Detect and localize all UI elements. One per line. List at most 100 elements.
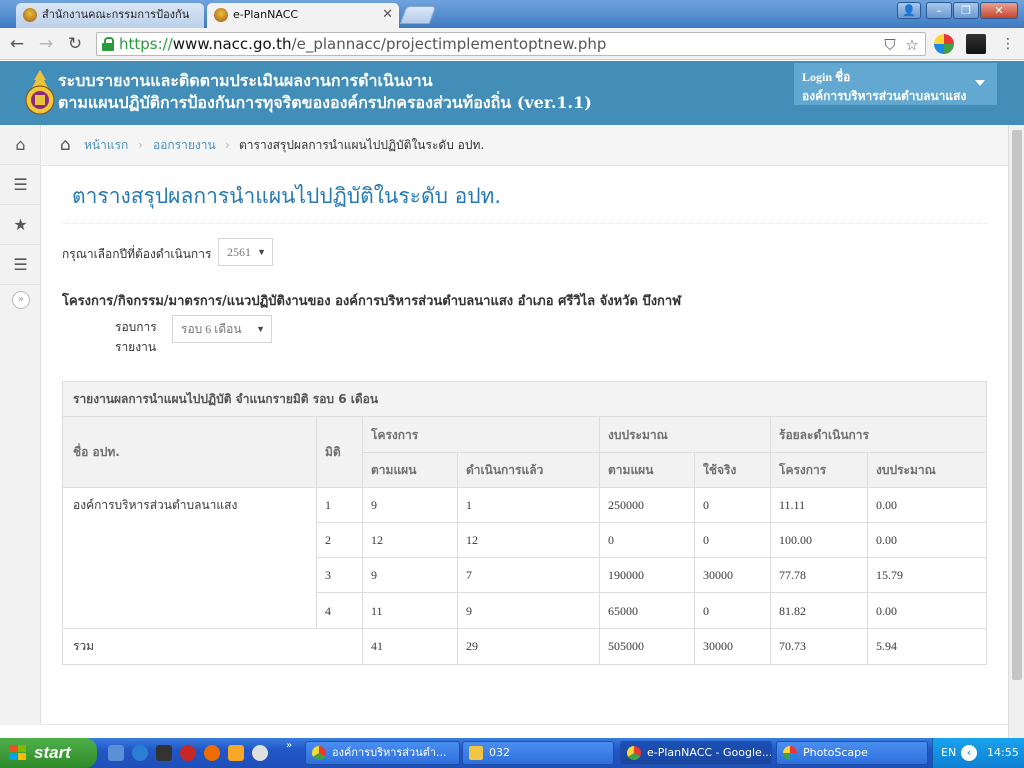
caret-down-icon — [975, 80, 985, 86]
user-menu[interactable]: Login ชื่อ องค์การบริหารส่วนตำบลนาแสง — [794, 63, 997, 105]
lock-icon — [102, 37, 114, 51]
restore-button[interactable]: ❐ — [953, 2, 979, 19]
browser-tab-nacc[interactable]: สำนักงานคณะกรรมการป้องกัน — [16, 3, 204, 28]
total-done: 29 — [458, 629, 600, 664]
dropdown-arrow-icon: ▼ — [256, 324, 265, 334]
expand-quicklaunch-icon[interactable]: » — [286, 740, 292, 751]
extension-icon[interactable] — [934, 34, 954, 54]
round-select[interactable]: รอบ 6 เดือน ▼ — [172, 315, 272, 343]
site-header: ระบบรายงานและติดตามประเมินผลงานการดำเนิน… — [0, 61, 1024, 125]
forward-arrow-icon[interactable]: → — [35, 33, 57, 55]
language-indicator[interactable]: EN — [941, 738, 956, 768]
taskbar-item-label: 032 — [489, 746, 510, 759]
system-tray: EN ‹ 14:55 — [932, 738, 1024, 768]
taskbar-item-label: e-PlanNACC - Google... — [647, 746, 772, 759]
table-cell-pct-projects: 77.78 — [771, 558, 868, 593]
report-list-icon[interactable]: ☰ — [0, 245, 41, 285]
breadcrumb: ⌂ หน้าแรก › ออกรายงาน › ตารางสรุปผลการนำ… — [42, 125, 1008, 166]
nacc-favicon-icon — [23, 8, 37, 22]
tray-arrow-icon[interactable]: ‹ — [961, 745, 977, 761]
new-tab-button[interactable] — [399, 6, 437, 24]
close-tab-icon[interactable]: ✕ — [382, 3, 393, 27]
back-arrow-icon[interactable]: ← — [6, 33, 28, 55]
taskbar-item-label: PhotoScape — [803, 746, 868, 759]
breadcrumb-home[interactable]: หน้าแรก — [84, 125, 128, 166]
footer-divider — [42, 724, 1008, 725]
table-cell-dim: 3 — [317, 558, 363, 593]
table-cell-pct-budget: 0.00 — [868, 523, 986, 558]
org-name-cell: องค์การบริหารส่วนตำบลนาแสง — [63, 488, 317, 629]
table-cell-dim: 4 — [317, 593, 363, 629]
page-scrollbar[interactable] — [1008, 125, 1024, 740]
table-cell-budget-used: 0 — [695, 593, 771, 629]
nacc-favicon-icon — [214, 8, 228, 22]
profile-icon[interactable]: 👤 — [897, 2, 921, 19]
total-pct-budget: 5.94 — [868, 629, 986, 664]
app-icon[interactable] — [228, 745, 244, 761]
internet-explorer-icon[interactable] — [132, 745, 148, 761]
login-org-name: องค์การบริหารส่วนตำบลนาแสง — [802, 89, 967, 103]
list-icon[interactable]: ☰ — [0, 165, 41, 205]
header-dimension: มิติ — [317, 417, 363, 488]
taskbar-item-chrome-eplannacc[interactable]: e-PlanNACC - Google... — [620, 741, 772, 765]
year-select-label: กรุณาเลือกปีที่ต้องดำเนินการ — [62, 247, 212, 261]
firefox-icon[interactable] — [204, 745, 220, 761]
nacc-logo-icon — [25, 70, 55, 115]
sidebar: ⌂ ☰ ★ ☰ » — [0, 125, 41, 725]
scrollbar-thumb[interactable] — [1012, 130, 1022, 680]
table-cell-budget-planned: 250000 — [600, 488, 695, 523]
taskbar-item-folder[interactable]: 032 — [462, 741, 614, 765]
taskbar-item-chrome-org[interactable]: องค์การบริหารส่วนตำ... — [305, 741, 460, 765]
bookmark-star-icon[interactable]: ☆ — [903, 36, 921, 54]
start-label: start — [34, 743, 71, 762]
windows-logo-icon — [9, 745, 26, 760]
table-cell-budget-planned: 65000 — [600, 593, 695, 629]
folder-icon — [469, 746, 483, 760]
table-cell-pct-budget: 0.00 — [868, 593, 986, 629]
address-bar[interactable]: https://www.nacc.go.th/e_plannacc/projec… — [96, 32, 926, 56]
home-icon[interactable]: ⌂ — [60, 125, 71, 166]
star-icon[interactable]: ★ — [0, 205, 41, 245]
start-button[interactable]: start — [0, 738, 97, 768]
photoscape-icon — [783, 746, 797, 760]
clock: 14:55 — [987, 746, 1019, 759]
table-cell-budget-used: 0 — [695, 523, 771, 558]
breadcrumb-reports[interactable]: ออกรายงาน — [153, 125, 216, 166]
table-cell-budget-planned: 190000 — [600, 558, 695, 593]
clapperboard-icon[interactable] — [966, 34, 986, 54]
taskbar-item-label: องค์การบริหารส่วนตำ... — [332, 746, 447, 759]
close-window-button[interactable]: ✕ — [980, 2, 1018, 19]
header-projects: โครงการ — [363, 417, 600, 453]
table-cell-dim: 2 — [317, 523, 363, 558]
menu-icon[interactable]: ⋮ — [997, 33, 1019, 55]
round-select-value: รอบ 6 เดือน — [181, 322, 242, 336]
home-icon[interactable]: ⌂ — [0, 125, 41, 165]
table-cell-budget-planned: 0 — [600, 523, 695, 558]
reload-icon[interactable]: ↻ — [64, 33, 86, 55]
media-icon[interactable] — [156, 745, 172, 761]
url-text[interactable]: https://www.nacc.go.th/e_plannacc/projec… — [119, 35, 606, 53]
chrome-quicklaunch-icon[interactable] — [180, 745, 196, 761]
browser-tab-title: สำนักงานคณะกรรมการป้องกัน — [42, 8, 190, 21]
browser-tab-eplannacc[interactable]: e-PlanNACC ✕ — [207, 3, 399, 28]
expand-sidebar-icon[interactable]: » — [12, 291, 30, 309]
minimize-button[interactable]: – — [926, 2, 952, 19]
table-cell-planned: 12 — [363, 523, 458, 558]
total-label: รวม — [63, 629, 363, 664]
header-planned: ตามแผน — [363, 453, 458, 488]
taskbar-item-photoscape[interactable]: PhotoScape — [776, 741, 928, 765]
header-org-name: ชื่อ อปท. — [63, 417, 317, 488]
player-icon[interactable] — [252, 745, 268, 761]
table-cell-pct-projects: 81.82 — [771, 593, 868, 629]
browser-tabstrip: สำนักงานคณะกรรมการป้องกัน e-PlanNACC ✕ 👤… — [0, 0, 1024, 28]
table-cell-done: 9 — [458, 593, 600, 629]
windows-taskbar: start » องค์การบริหารส่วนตำ... 032 e-Pla… — [0, 738, 1024, 768]
chrome-icon — [627, 746, 641, 760]
year-select[interactable]: 2561 ▼ — [218, 238, 273, 266]
shield-icon[interactable]: ⛉ — [881, 36, 899, 54]
chrome-icon — [312, 746, 326, 760]
show-desktop-icon[interactable] — [108, 745, 124, 761]
header-percent: ร้อยละดำเนินการ — [771, 417, 986, 453]
browser-tab-title: e-PlanNACC — [233, 8, 299, 21]
total-pct-projects: 70.73 — [771, 629, 868, 664]
